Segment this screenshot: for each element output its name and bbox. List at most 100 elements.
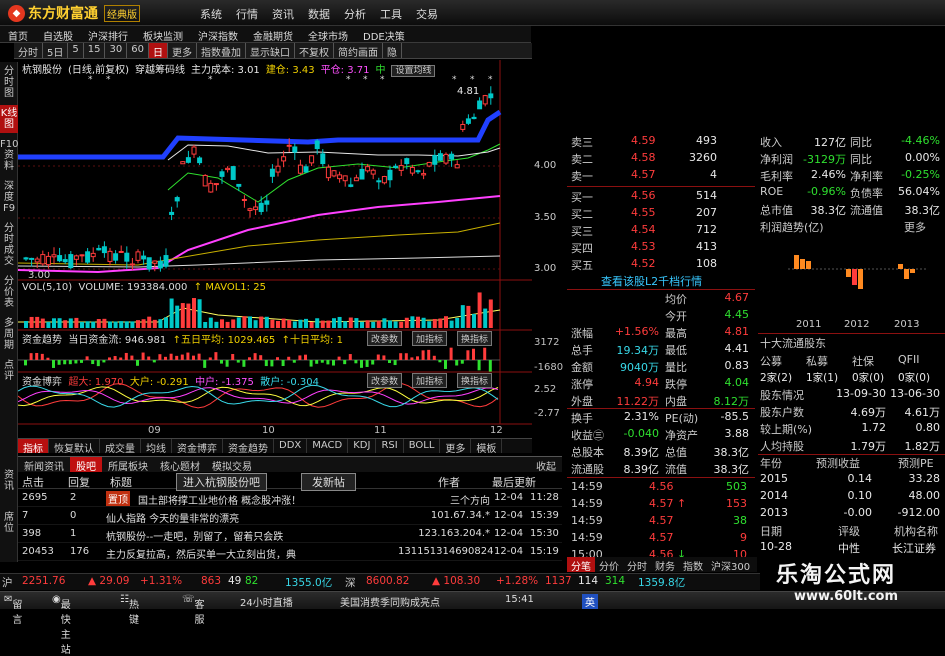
- tab-f10[interactable]: F10资料: [0, 136, 18, 175]
- message-button[interactable]: ✉ 留言: [4, 594, 22, 626]
- news-tab-info[interactable]: 新闻资讯: [18, 457, 70, 473]
- tab-comment[interactable]: 点评: [0, 357, 18, 385]
- news-row[interactable]: 7 0 仙人指路 今天的量非常的漂亮 101.67.34.* 12-04 15:39: [18, 507, 562, 525]
- news-title[interactable]: 杭钢股份--一走吧，别留了，留着只会跌: [106, 528, 283, 543]
- stat-value: 4.04: [724, 376, 750, 389]
- fund-param-button[interactable]: 改参数: [367, 331, 403, 346]
- bid-row: 买一 4.56 514: [567, 188, 755, 205]
- tab-fund-trend[interactable]: 资金趋势: [223, 439, 274, 455]
- live-button[interactable]: 24小时直播: [240, 594, 293, 609]
- tab-more[interactable]: 更多: [440, 439, 472, 455]
- news-tab-forum[interactable]: 股吧: [70, 457, 102, 473]
- tab-rsi[interactable]: RSI: [376, 439, 404, 453]
- tab-multi-period[interactable]: 多周期: [0, 315, 18, 354]
- game-add-button[interactable]: 加指标: [412, 373, 448, 388]
- menu-system[interactable]: 系统: [196, 4, 226, 24]
- menu-info[interactable]: 资讯: [268, 4, 298, 24]
- fund-switch-button[interactable]: 换指标: [457, 331, 493, 346]
- quote-tab[interactable]: 指数: [679, 557, 707, 573]
- period-day[interactable]: 日: [148, 43, 168, 59]
- collapse-button[interactable]: 收起: [530, 457, 562, 473]
- news-date: 12-04: [494, 492, 524, 503]
- ime-indicator[interactable]: 英: [582, 594, 598, 609]
- period-60min[interactable]: 60: [127, 43, 149, 58]
- tab-news[interactable]: 资讯: [0, 470, 18, 492]
- period-intraday[interactable]: 分时: [14, 43, 43, 59]
- tab-boll[interactable]: BOLL: [404, 439, 441, 453]
- news-title[interactable]: 主力反复拉高，然后买单一大立刻出货，典: [106, 546, 296, 561]
- headline-ticker[interactable]: 美国消费季同购成亮点: [340, 594, 440, 609]
- nav-dde[interactable]: DDE决策: [355, 26, 412, 43]
- fund-add-button[interactable]: 加指标: [412, 331, 448, 346]
- nav-watchlist[interactable]: 自选股: [35, 26, 80, 43]
- tab-f9[interactable]: 深度F9: [0, 178, 18, 217]
- game-param-button[interactable]: 改参数: [367, 373, 403, 388]
- fund-bar: [376, 354, 380, 360]
- period-15min[interactable]: 15: [84, 43, 106, 58]
- tab-ma[interactable]: 均线: [141, 439, 172, 455]
- holders-tab[interactable]: 公募: [760, 353, 782, 369]
- hotkey-button[interactable]: ☷ 热键: [120, 594, 139, 626]
- quote-tab[interactable]: 分笔: [567, 557, 595, 573]
- tab-restore[interactable]: 恢复默认: [49, 439, 100, 455]
- nav-ranking[interactable]: 沪深排行: [80, 26, 135, 43]
- news-tab-theme[interactable]: 核心题材: [154, 457, 206, 473]
- simple-view-button[interactable]: 简约画面: [334, 43, 383, 59]
- quote-tab[interactable]: 分时: [623, 557, 651, 573]
- period-30min[interactable]: 30: [105, 43, 128, 58]
- tab-kline-chart[interactable]: K线图: [0, 105, 18, 133]
- news-title[interactable]: 仙人指路 今天的量非常的漂亮: [106, 510, 239, 525]
- fund-bar: [360, 360, 363, 368]
- nav-index[interactable]: 沪深指数: [190, 26, 245, 43]
- period-5day[interactable]: 5日: [43, 43, 69, 59]
- fastest-server-button[interactable]: ◉ 最快主站: [52, 594, 71, 656]
- tab-seats[interactable]: 席位: [0, 512, 18, 534]
- tab-macd[interactable]: MACD: [307, 439, 349, 453]
- tab-indicator[interactable]: 指标: [18, 439, 49, 455]
- quote-volume: 514: [696, 189, 717, 202]
- news-tab-sector[interactable]: 所属板块: [102, 457, 154, 473]
- news-tab-sim[interactable]: 模拟交易: [206, 457, 258, 473]
- index-overlay-button[interactable]: 指数叠加: [197, 43, 246, 59]
- set-ma-button[interactable]: 设置均线: [391, 65, 436, 77]
- period-more[interactable]: 更多: [168, 43, 197, 59]
- nav-home[interactable]: 首页: [0, 26, 35, 43]
- tab-ddx[interactable]: DDX: [274, 439, 308, 453]
- quote-tab[interactable]: 沪深300: [707, 557, 754, 573]
- tab-intraday-trades[interactable]: 分时成交: [0, 220, 18, 270]
- fund-bar: [332, 360, 335, 366]
- tab-kdj[interactable]: KDJ: [348, 439, 377, 453]
- fund-super: 超大: 1.970: [68, 377, 124, 388]
- tab-intraday-chart[interactable]: 分时图: [0, 63, 18, 102]
- menu-analysis[interactable]: 分析: [340, 4, 370, 24]
- game-switch-button[interactable]: 换指标: [457, 373, 493, 388]
- no-adjust-button[interactable]: 不复权: [295, 43, 334, 59]
- menu-trade[interactable]: 交易: [412, 4, 442, 24]
- l2-link[interactable]: 查看该股L2千档行情: [601, 273, 702, 289]
- news-row[interactable]: 2695 2 置顶 国土部将撑工业地价格 概念股冲涨！ 三个方向 12-04 11:28: [18, 489, 562, 507]
- tab-fund-game[interactable]: 资金博弈: [172, 439, 223, 455]
- nav-sector[interactable]: 板块监测: [135, 26, 190, 43]
- holders-tab[interactable]: 社保: [852, 353, 874, 369]
- holders-tab[interactable]: QFII: [898, 353, 919, 366]
- menu-quote[interactable]: 行情: [232, 4, 262, 24]
- tab-template[interactable]: 模板: [471, 439, 503, 455]
- hide-button[interactable]: 隐: [383, 43, 402, 59]
- news-row[interactable]: 20453 176 主力反复拉高，然后买单一大立刻出货，典 1311513146908…: [18, 543, 562, 561]
- volume-bar: [253, 320, 258, 328]
- holders-tab[interactable]: 私募: [806, 353, 828, 369]
- tab-volume[interactable]: 成交量: [100, 439, 141, 455]
- profit-more-link[interactable]: 更多: [904, 219, 926, 235]
- show-gap-button[interactable]: 显示缺口: [246, 43, 295, 59]
- nav-futures[interactable]: 金融期货: [245, 26, 300, 43]
- news-row[interactable]: 398 1 杭钢股份--一走吧，别留了，留着只会跌 123.163.204.* 12-0…: [18, 525, 562, 543]
- menu-data[interactable]: 数据: [304, 4, 334, 24]
- menu-tools[interactable]: 工具: [376, 4, 406, 24]
- tab-price-table[interactable]: 分价表: [0, 273, 18, 312]
- service-button[interactable]: ☏ 客服: [182, 594, 205, 626]
- nav-global[interactable]: 全球市场: [300, 26, 355, 43]
- quote-tab[interactable]: 财务: [651, 557, 679, 573]
- period-5min[interactable]: 5: [68, 43, 84, 58]
- news-title[interactable]: 国土部将撑工业地价格 概念股冲涨！: [138, 492, 301, 507]
- quote-tab[interactable]: 分价: [595, 557, 623, 573]
